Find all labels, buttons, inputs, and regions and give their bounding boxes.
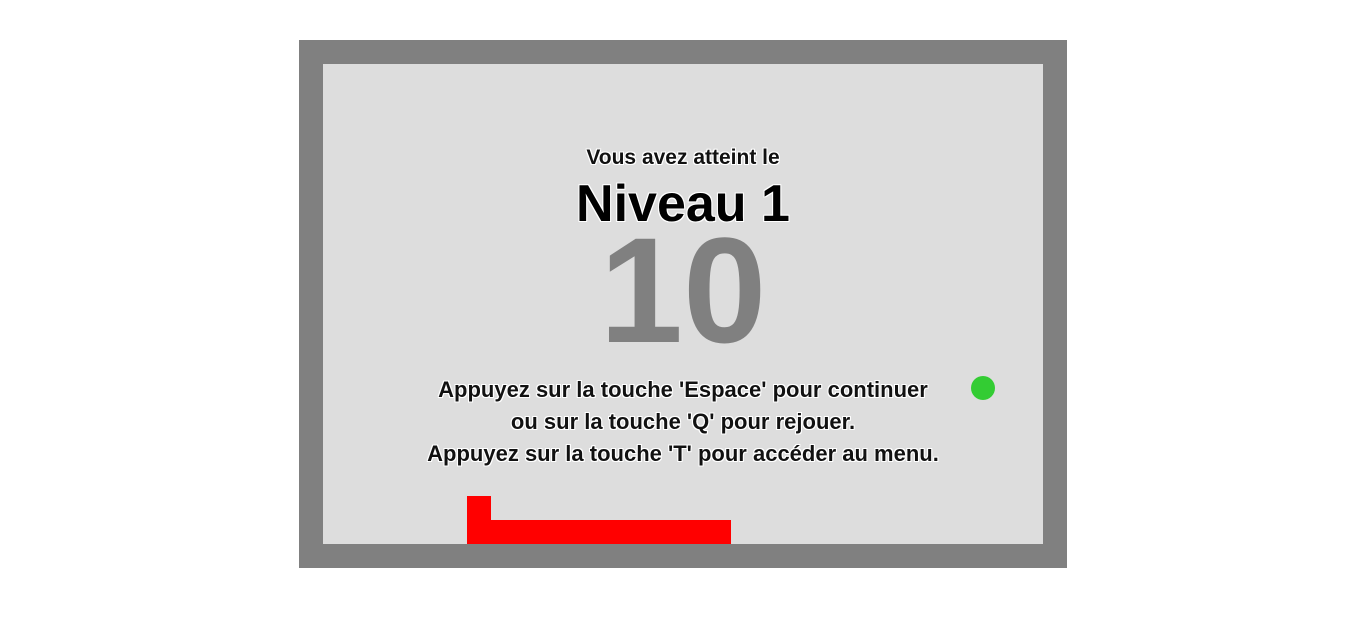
game-board[interactable]: Vous avez atteint le Niveau 1 10 Appuyez…	[323, 64, 1043, 544]
instruction-menu: Appuyez sur la touche 'T' pour accéder a…	[427, 441, 939, 466]
instruction-replay: ou sur la touche 'Q' pour rejouer.	[510, 409, 856, 434]
snake-head-segment	[467, 496, 491, 544]
instructions: Appuyez sur la touche 'Espace' pour cont…	[323, 374, 1043, 470]
level-reached-text: Vous avez atteint le	[586, 146, 780, 169]
score-value: 10	[599, 206, 767, 374]
instruction-continue: Appuyez sur la touche 'Espace' pour cont…	[438, 377, 928, 402]
food-pellet	[971, 376, 995, 400]
snake-body-segment	[491, 520, 731, 544]
